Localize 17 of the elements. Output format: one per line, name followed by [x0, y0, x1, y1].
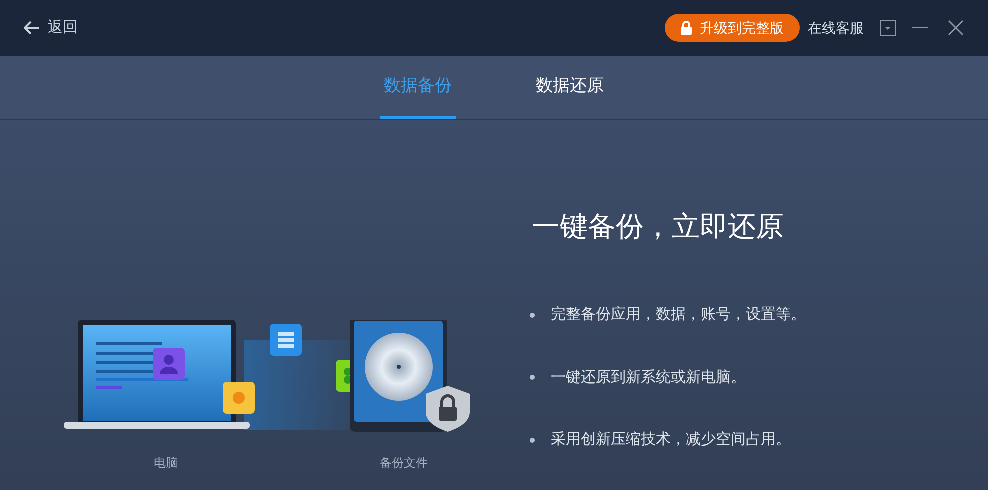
bullet-icon — [530, 375, 535, 380]
dropdown-icon[interactable] — [880, 20, 896, 36]
close-icon[interactable] — [948, 20, 964, 36]
feature-text: 一键还原到新系统或新电脑。 — [551, 368, 746, 388]
feature-text: 完整备份应用，数据，账号，设置等。 — [551, 305, 806, 325]
bullet-icon — [530, 312, 535, 318]
device-label: 电脑 — [154, 455, 178, 472]
feature-text: 采用创新压缩技术，减少空间占用。 — [551, 430, 791, 450]
back-button[interactable]: 返回 — [24, 16, 78, 40]
lock-icon — [681, 21, 692, 35]
headline: 一键备份，立即还原 — [532, 210, 785, 244]
support-link[interactable]: 在线客服 — [808, 18, 864, 38]
tab[interactable]: 数据还原 — [532, 56, 608, 119]
minimize-icon[interactable] — [912, 27, 928, 29]
bullet-icon — [530, 438, 535, 443]
arrow-left-icon — [24, 21, 40, 35]
device-label: 备份文件 — [380, 455, 428, 472]
